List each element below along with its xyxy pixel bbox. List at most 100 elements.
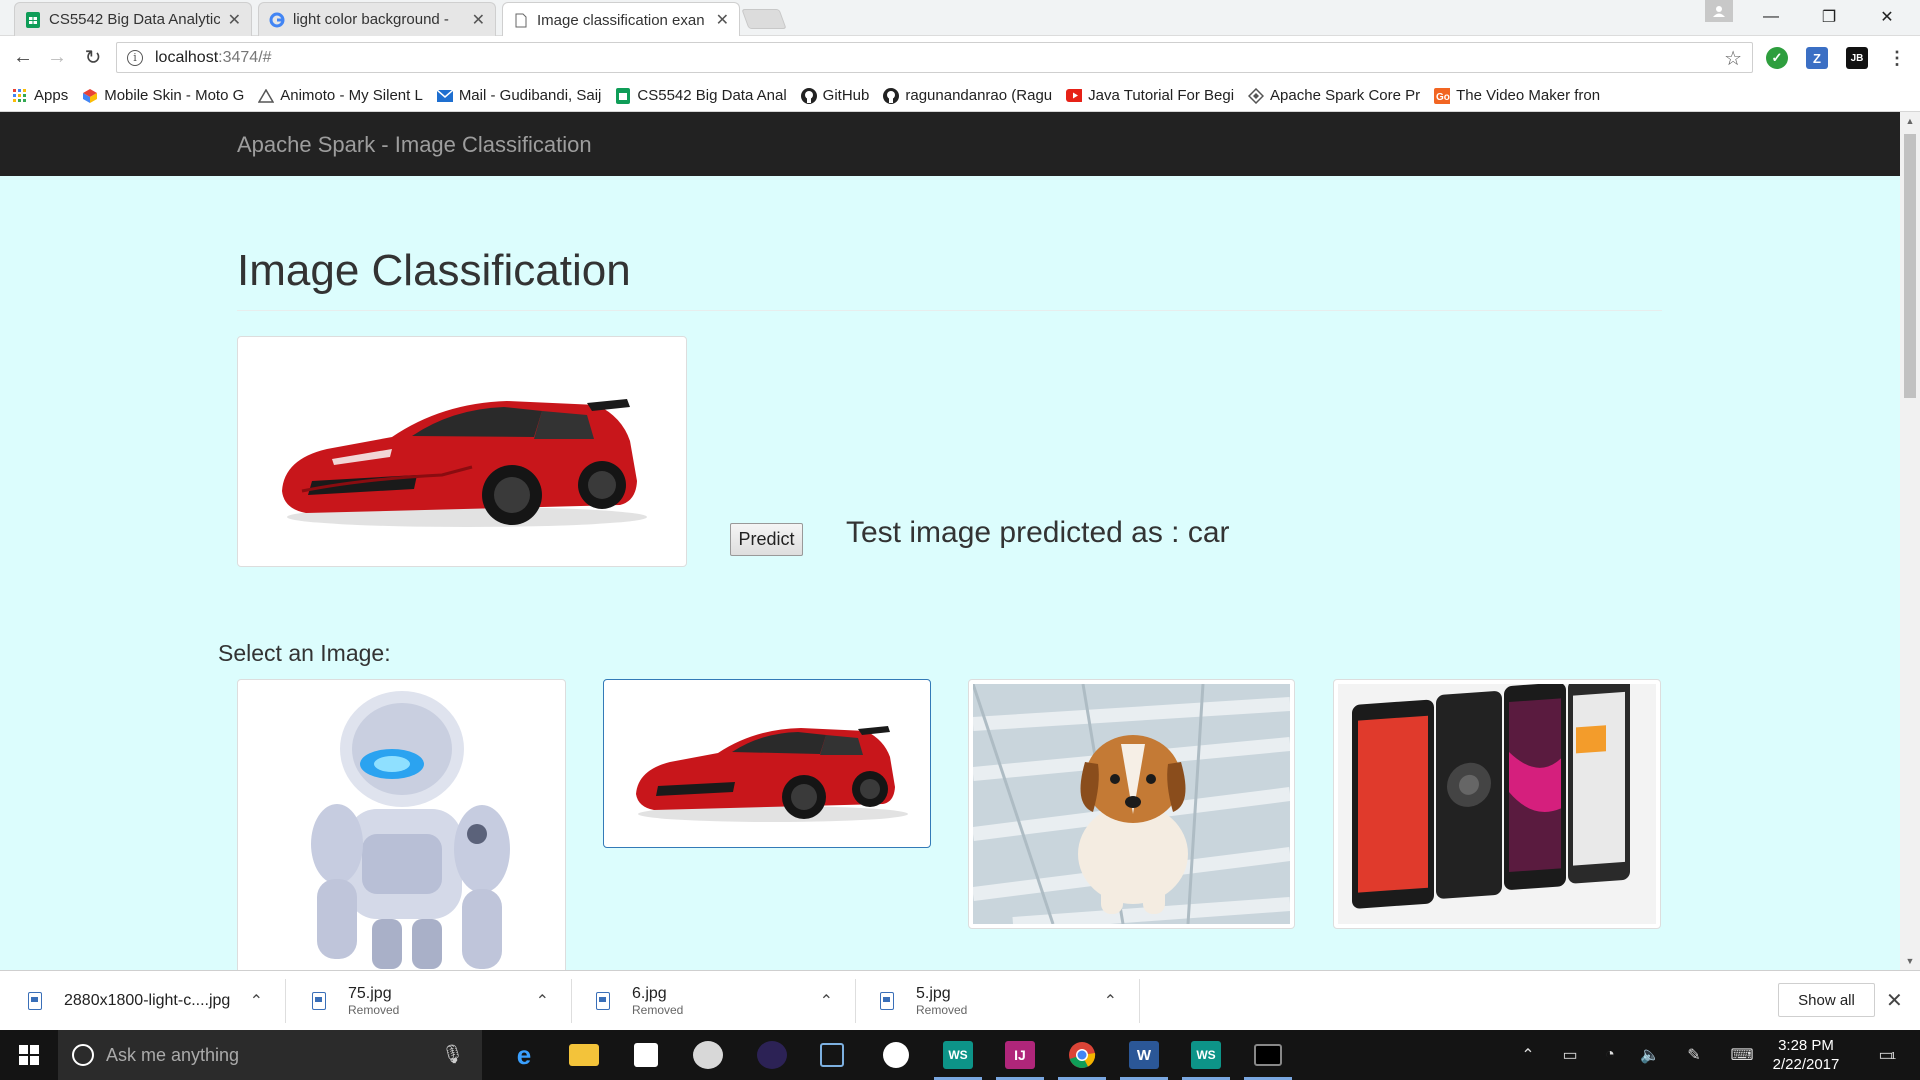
close-icon[interactable]: ✕ xyxy=(228,10,241,30)
terminal-icon[interactable] xyxy=(1238,1030,1298,1080)
tab-title: light color background - xyxy=(293,11,449,28)
webstorm-icon[interactable]: WS xyxy=(928,1030,988,1080)
checkmark-extension-icon[interactable]: ✓ xyxy=(1766,47,1788,69)
pen-icon[interactable]: ✎ xyxy=(1680,1030,1708,1080)
cortana-search-box[interactable]: Ask me anything 🎙 xyxy=(58,1030,482,1080)
download-item[interactable]: 6.jpg Removed ⌃ xyxy=(596,979,856,1023)
bookmark-java-tutorial[interactable]: Java Tutorial For Begi xyxy=(1066,87,1234,104)
bookmark-apache-spark[interactable]: Apache Spark Core Pr xyxy=(1248,87,1420,104)
show-all-button[interactable]: Show all xyxy=(1778,983,1875,1017)
scrollbar-thumb[interactable] xyxy=(1904,134,1916,398)
bookmark-label: Apps xyxy=(34,87,69,104)
url-host: localhost xyxy=(155,48,219,66)
page-viewport: Apache Spark - Image Classification Imag… xyxy=(0,112,1920,970)
webstorm-icon[interactable]: WS xyxy=(1176,1030,1236,1080)
car-image xyxy=(608,684,926,843)
z-extension-icon[interactable]: Z xyxy=(1806,47,1828,69)
bookmark-apps[interactable]: Apps xyxy=(12,87,68,104)
forward-button[interactable]: → xyxy=(42,42,72,72)
scroll-down-icon[interactable]: ▼ xyxy=(1900,952,1920,970)
windows-start-icon[interactable] xyxy=(0,1030,58,1080)
store-icon[interactable] xyxy=(616,1030,676,1080)
back-button[interactable]: ← xyxy=(8,42,38,72)
bookmark-video-maker[interactable]: Go The Video Maker fron xyxy=(1434,87,1600,104)
minimize-button[interactable]: — xyxy=(1742,0,1800,34)
gallery-item-robot[interactable] xyxy=(237,679,566,970)
virtualbox-icon[interactable] xyxy=(802,1030,862,1080)
bookmark-mail[interactable]: Mail - Gudibandi, Saij xyxy=(436,87,601,104)
diamond-icon xyxy=(1248,87,1265,104)
reload-button[interactable]: ↻ xyxy=(78,42,108,72)
word-icon[interactable]: W xyxy=(1114,1030,1174,1080)
navbar-brand[interactable]: Apache Spark - Image Classification xyxy=(237,132,592,158)
battery-icon[interactable]: ▭ xyxy=(1556,1030,1584,1080)
edge-icon[interactable]: e xyxy=(494,1030,554,1080)
close-icon[interactable]: ✕ xyxy=(1886,988,1903,1013)
chevron-up-icon[interactable]: ⌃ xyxy=(1514,1030,1542,1080)
gallery-item-car[interactable] xyxy=(603,679,931,848)
tab-google-search[interactable]: light color background - ✕ xyxy=(258,2,496,36)
download-status: Removed xyxy=(916,1003,968,1017)
clock[interactable]: 3:28 PM 2/22/2017 xyxy=(1760,1036,1852,1074)
predict-button[interactable]: Predict xyxy=(730,523,803,556)
goanimate-icon: Go xyxy=(1434,87,1451,104)
address-bar[interactable]: i localhost:3474/# ☆ xyxy=(116,42,1753,73)
google-icon xyxy=(269,12,285,28)
wifi-icon[interactable]: ◔ xyxy=(1596,1030,1624,1080)
bookmark-label: Apache Spark Core Pr xyxy=(1270,87,1421,104)
bookmark-label: Java Tutorial For Begi xyxy=(1088,87,1235,104)
scroll-up-icon[interactable]: ▲ xyxy=(1900,112,1920,130)
file-explorer-icon[interactable] xyxy=(554,1030,614,1080)
page-icon xyxy=(513,12,529,28)
restore-button[interactable]: ❐ xyxy=(1800,0,1858,34)
file-icon xyxy=(312,992,326,1010)
chevron-up-icon[interactable]: ⌃ xyxy=(1104,991,1117,1011)
tab-sheets[interactable]: CS5542 Big Data Analytic ✕ xyxy=(14,2,252,36)
sheets-icon xyxy=(615,87,631,104)
tab-image-classification[interactable]: Image classification exan ✕ xyxy=(502,2,740,37)
chevron-up-icon[interactable]: ⌃ xyxy=(250,991,263,1011)
close-icon[interactable]: ✕ xyxy=(472,10,485,30)
bookmark-mobile-skin[interactable]: Mobile Skin - Moto G xyxy=(82,87,244,104)
keyboard-icon[interactable]: ⌨ xyxy=(1726,1030,1758,1080)
bookmark-cs5542[interactable]: CS5542 Big Data Anal xyxy=(615,87,787,104)
gallery-item-phones[interactable] xyxy=(1333,679,1661,929)
page-scrollbar[interactable]: ▲ ▼ xyxy=(1900,112,1920,970)
chevron-up-icon[interactable]: ⌃ xyxy=(820,991,833,1011)
browser-toolbar: ← → ↻ i localhost:3474/# ☆ ✓ Z JB ⋮ xyxy=(0,36,1920,80)
menu-icon[interactable]: ⋮ xyxy=(1886,47,1908,69)
file-icon xyxy=(596,992,610,1010)
bookmark-animoto[interactable]: Animoto - My Silent L xyxy=(258,87,423,104)
chrome-icon[interactable] xyxy=(1052,1030,1112,1080)
clock-time: 3:28 PM xyxy=(1778,1037,1834,1054)
youtube-icon xyxy=(1066,88,1083,104)
profile-icon[interactable] xyxy=(1705,0,1733,22)
download-item[interactable]: 2880x1800-light-c....jpg ⌃ xyxy=(28,979,286,1023)
download-item[interactable]: 75.jpg Removed ⌃ xyxy=(312,979,572,1023)
file-icon xyxy=(28,992,42,1010)
bookmark-star-icon[interactable]: ☆ xyxy=(1724,46,1742,71)
bookmark-github[interactable]: GitHub xyxy=(800,87,869,104)
gallery-item-puppy[interactable] xyxy=(968,679,1295,929)
chevron-up-icon[interactable]: ⌃ xyxy=(536,991,549,1011)
cortana-icon xyxy=(72,1044,94,1066)
github-desktop-icon[interactable] xyxy=(866,1030,926,1080)
intellij-icon[interactable]: IJ xyxy=(990,1030,1050,1080)
mail-icon xyxy=(436,88,453,104)
volume-icon[interactable]: 🔈 xyxy=(1636,1030,1664,1080)
download-name: 6.jpg xyxy=(632,985,667,1002)
eclipse-icon[interactable] xyxy=(742,1030,802,1080)
new-tab-button[interactable] xyxy=(741,9,787,29)
download-name: 75.jpg xyxy=(348,985,392,1002)
paint-icon[interactable] xyxy=(678,1030,738,1080)
jetbrains-extension-icon[interactable]: JB xyxy=(1846,47,1868,69)
bookmark-ragunandanrao[interactable]: ragunandanrao (Ragu xyxy=(883,87,1052,104)
close-icon[interactable]: ✕ xyxy=(716,10,729,30)
info-icon[interactable]: i xyxy=(127,49,143,66)
microphone-icon[interactable]: 🎙 xyxy=(441,1044,464,1065)
bookmarks-bar: Apps Mobile Skin - Moto G Animoto - My S… xyxy=(0,80,1920,112)
notifications-icon[interactable]: ▭ 1 xyxy=(1866,1030,1906,1080)
github-icon xyxy=(800,87,817,104)
close-window-button[interactable]: ✕ xyxy=(1858,0,1916,34)
download-item[interactable]: 5.jpg Removed ⌃ xyxy=(880,979,1140,1023)
